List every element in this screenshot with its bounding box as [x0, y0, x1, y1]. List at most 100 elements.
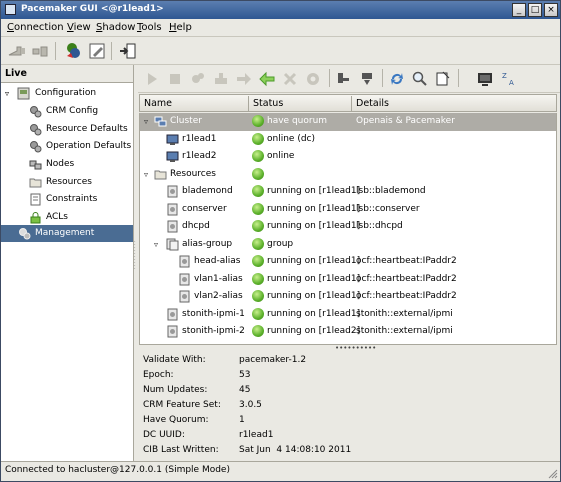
- table-row[interactable]: ▿ Cluster have quorum Openais & Pacemake…: [140, 113, 556, 131]
- edit-config-icon[interactable]: [87, 41, 107, 61]
- table-row[interactable]: blademond running on [r1lead1] lsb::blad…: [140, 183, 556, 201]
- column-header-name[interactable]: Name: [144, 98, 172, 109]
- management-toolbar: ZA: [138, 65, 560, 93]
- sort-icon[interactable]: ZA: [500, 70, 518, 88]
- resource-icon: [167, 185, 178, 198]
- status-ok-icon: [252, 237, 264, 250]
- window-title: Pacemaker GUI <@r1lead1>: [21, 4, 164, 14]
- expander-icon[interactable]: ▿: [154, 236, 158, 253]
- tree-item-resource-defaults[interactable]: Resource Defaults: [1, 121, 133, 138]
- expander-icon[interactable]: ▿: [5, 85, 9, 102]
- status-ok-icon: [252, 307, 264, 320]
- resize-grip-icon[interactable]: [546, 467, 558, 479]
- status-ok-icon: [252, 185, 264, 197]
- status-text: Connected to hacluster@127.0.0.1 (Simple…: [5, 465, 230, 475]
- table-row[interactable]: head-alias running on [r1lead1] ocf::hea…: [140, 253, 556, 271]
- title-bar[interactable]: Pacemaker GUI <@r1lead1> _ □ ×: [1, 1, 560, 19]
- tree-item-operation-defaults[interactable]: Operation Defaults: [1, 138, 133, 155]
- shadow-icon[interactable]: [63, 41, 83, 61]
- delete-icon[interactable]: [281, 70, 299, 88]
- live-header: Live: [1, 65, 133, 83]
- connect-icon[interactable]: [7, 41, 27, 61]
- menu-connection[interactable]: Connection: [7, 22, 64, 33]
- gears-icon: [19, 228, 31, 240]
- standby-icon[interactable]: [335, 70, 353, 88]
- tree-item-management[interactable]: Management: [1, 225, 133, 242]
- table-row[interactable]: ▿ Resources: [140, 166, 556, 184]
- monitor-icon[interactable]: [476, 70, 494, 88]
- toolbar-separator: [55, 42, 56, 60]
- tree-item-resources[interactable]: Resources: [1, 174, 133, 191]
- menu-bar: Connection View Shadow Tools Help: [1, 19, 560, 37]
- status-ok-icon: [252, 167, 264, 180]
- configuration-icon: [17, 87, 30, 100]
- toolbar-separator: [458, 69, 459, 87]
- cluster-icon: [154, 116, 167, 127]
- gears-icon: [30, 106, 42, 118]
- resource-icon: [179, 273, 190, 285]
- minimize-button[interactable]: _: [512, 3, 526, 17]
- table-row[interactable]: conserver running on [r1lead1] lsb::cons…: [140, 201, 556, 219]
- settings-icon[interactable]: [304, 70, 322, 88]
- expander-icon[interactable]: ▿: [144, 113, 148, 130]
- resource-icon: [179, 255, 190, 268]
- gears-icon: [30, 124, 42, 136]
- main-window: Pacemaker GUI <@r1lead1> _ □ × Connectio…: [0, 0, 561, 482]
- start-icon[interactable]: [143, 70, 161, 88]
- right-pane: ZA Name Status Details ▿ Cluster have qu…: [138, 65, 560, 461]
- tree-item-acls[interactable]: ACLs: [1, 209, 133, 226]
- status-ok-icon: [252, 325, 264, 337]
- back-icon[interactable]: [258, 70, 276, 88]
- constraints-icon: [30, 193, 41, 206]
- menu-help[interactable]: Help: [169, 22, 192, 33]
- tree-item-crm-config[interactable]: CRM Config: [1, 103, 133, 120]
- clear-icon[interactable]: [434, 70, 452, 88]
- cleanup-icon[interactable]: [189, 70, 207, 88]
- search-icon[interactable]: [411, 70, 429, 88]
- exit-icon[interactable]: [118, 41, 138, 61]
- svg-text:Z: Z: [502, 72, 507, 80]
- menu-tools[interactable]: Tools: [137, 22, 162, 33]
- group-icon: [166, 238, 179, 250]
- table-row[interactable]: vlan2-alias running on [r1lead1] ocf::he…: [140, 288, 556, 306]
- forward-icon[interactable]: [235, 70, 253, 88]
- tree-item-constraints[interactable]: Constraints: [1, 191, 133, 208]
- disconnect-icon[interactable]: [30, 41, 50, 61]
- migrate-icon[interactable]: [212, 70, 230, 88]
- table-row[interactable]: stonith-ipmi-1 running on [r1lead1] ston…: [140, 306, 556, 324]
- table-row[interactable]: r1lead1 online (dc): [140, 131, 556, 149]
- stop-icon[interactable]: [166, 70, 184, 88]
- column-header-details[interactable]: Details: [356, 98, 389, 109]
- column-divider: [351, 96, 352, 111]
- table-row[interactable]: ▿ alias-group group: [140, 236, 556, 254]
- resource-icon: [167, 308, 178, 320]
- table-row[interactable]: vlan1-alias running on [r1lead1] ocf::he…: [140, 271, 556, 289]
- details-splitter[interactable]: ••••••••••: [139, 344, 557, 352]
- close-button[interactable]: ×: [544, 3, 558, 17]
- menu-shadow[interactable]: Shadow: [96, 22, 135, 33]
- folder-icon: [29, 178, 42, 188]
- resource-icon: [179, 290, 190, 303]
- resource-icon: [167, 325, 178, 338]
- maximize-button[interactable]: □: [528, 3, 542, 17]
- resource-table: ▿ Cluster have quorum Openais & Pacemake…: [139, 113, 557, 344]
- table-row[interactable]: r1lead2 online: [140, 148, 556, 166]
- table-row[interactable]: dhcpd running on [r1lead1] lsb::dhcpd: [140, 218, 556, 236]
- expander-icon[interactable]: ▿: [144, 166, 148, 183]
- status-ok-icon: [252, 115, 264, 127]
- status-ok-icon: [252, 220, 264, 232]
- table-row[interactable]: stonith-ipmi-2 running on [r1lead2] ston…: [140, 323, 556, 341]
- status-ok-icon: [252, 272, 264, 285]
- tree-item-configuration[interactable]: ▿ Configuration: [1, 85, 133, 102]
- column-header-status[interactable]: Status: [253, 98, 283, 109]
- node-icon: [166, 151, 179, 162]
- refresh-icon[interactable]: [388, 70, 406, 88]
- resource-icon: [167, 220, 178, 233]
- table-header: Name Status Details: [139, 94, 557, 112]
- resource-icon: [167, 203, 178, 215]
- toolbar-separator: [111, 42, 112, 60]
- menu-view[interactable]: View: [67, 22, 91, 33]
- online-node-icon[interactable]: [358, 70, 376, 88]
- main-toolbar: [1, 38, 560, 65]
- tree-item-nodes[interactable]: Nodes: [1, 156, 133, 173]
